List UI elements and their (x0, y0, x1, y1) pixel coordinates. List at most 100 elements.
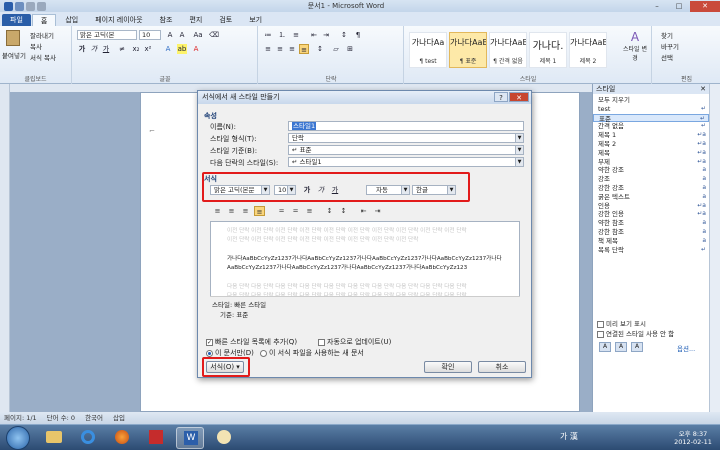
increase-indent-icon[interactable]: ⇥ (372, 206, 383, 216)
select-button[interactable]: 선택 (661, 52, 673, 62)
style-item[interactable]: 모두 지우기 (593, 96, 709, 105)
change-styles-button[interactable]: A 스타일 변경 (621, 30, 649, 68)
style-card-heading2[interactable]: 가나다AaE 제목 2 (569, 32, 607, 68)
highlight-icon[interactable]: ab (177, 44, 187, 54)
pane-close-icon[interactable]: ✕ (700, 84, 706, 94)
acrobat-icon[interactable] (142, 427, 170, 449)
shading-icon[interactable]: ▱ (331, 44, 341, 54)
space-after-icon[interactable]: ↕ (338, 206, 349, 216)
start-button[interactable] (6, 426, 30, 450)
change-case-icon[interactable]: Aa (193, 30, 203, 40)
insert-mode[interactable]: 삽입 (113, 412, 125, 424)
minimize-button[interactable]: – (646, 1, 668, 12)
paste-icon[interactable] (6, 30, 20, 46)
paste-button[interactable]: 붙여넣기 (2, 50, 26, 60)
explorer-icon[interactable] (40, 427, 68, 449)
format-painter-button[interactable]: 서식 복사 (30, 52, 56, 62)
increase-indent-icon[interactable]: ⇥ (321, 30, 331, 40)
page-count[interactable]: 페이지: 1/1 (4, 412, 37, 424)
style-item[interactable]: 약한 강조 a (593, 166, 709, 175)
dialog-align-left-icon[interactable]: ≡ (212, 206, 223, 216)
double-spacing-icon[interactable]: ≡ (304, 206, 315, 216)
single-spacing-icon[interactable]: = (276, 206, 287, 216)
one-half-spacing-icon[interactable]: = (290, 206, 301, 216)
style-item[interactable]: 굵은 텍스트 a (593, 193, 709, 202)
subscript-icon[interactable]: x₂ (131, 44, 141, 54)
style-item[interactable]: 약한 참조 a (593, 219, 709, 228)
style-card-no-spacing[interactable]: 가나다AaE ¶ 간격 없음 (489, 32, 527, 68)
line-spacing-icon[interactable]: ↕ (315, 44, 325, 54)
tab-view[interactable]: 보기 (241, 14, 270, 26)
style-card-heading1[interactable]: 가나다. 제목 1 (529, 32, 567, 68)
close-button[interactable]: ✕ (690, 0, 720, 12)
align-center-icon[interactable]: ≡ (275, 44, 285, 54)
ime-indicator[interactable]: 가 漢 (560, 431, 578, 442)
new-style-icon[interactable]: A (599, 342, 611, 352)
multilevel-list-icon[interactable]: ≡ (291, 30, 301, 40)
show-marks-icon[interactable]: ¶ (353, 30, 363, 40)
decrease-indent-icon[interactable]: ⇤ (358, 206, 369, 216)
copy-button[interactable]: 복사 (30, 41, 42, 51)
style-item[interactable]: 강조 a (593, 175, 709, 184)
firefox-icon[interactable] (108, 427, 136, 449)
align-right-icon[interactable]: ≡ (287, 44, 297, 54)
style-item[interactable]: 강한 인용 ↵a (593, 210, 709, 219)
find-button[interactable]: 찾기 (661, 30, 673, 40)
tab-home[interactable]: 홈 (31, 14, 57, 26)
text-effects-icon[interactable]: A (163, 44, 173, 54)
superscript-icon[interactable]: x² (143, 44, 153, 54)
borders-icon[interactable]: ⊞ (345, 44, 355, 54)
tab-file[interactable]: 파일 (2, 14, 31, 26)
font-size-combo[interactable]: 10 (139, 30, 161, 40)
save-icon[interactable] (15, 1, 24, 11)
style-item[interactable]: 책 제목 a (593, 237, 709, 246)
strikethrough-icon[interactable]: ≠ (117, 44, 127, 54)
replace-button[interactable]: 바꾸기 (661, 41, 679, 51)
font-color-icon[interactable]: A (191, 44, 201, 54)
internet-explorer-icon[interactable] (74, 427, 102, 449)
align-left-icon[interactable]: ≡ (263, 44, 273, 54)
shrink-font-icon[interactable]: A (177, 30, 187, 40)
style-item[interactable]: 목록 단락 ↵ (593, 246, 709, 255)
dialog-help-button[interactable]: ? (494, 92, 508, 102)
style-item[interactable]: 제목 2 ↵a (593, 140, 709, 149)
italic-icon[interactable]: 가 (89, 44, 99, 54)
cancel-button[interactable]: 취소 (478, 361, 526, 373)
based-on-select[interactable]: ↵ 표준 ▼ (288, 145, 524, 155)
word-taskbar-icon[interactable]: W (176, 427, 204, 449)
auto-update-checkbox[interactable]: 자동으로 업데이트(U) (318, 337, 391, 347)
disable-linked-checkbox[interactable]: 연결된 스타일 사용 안 함 (597, 328, 674, 338)
add-quick-style-checkbox[interactable]: ✓ 빠른 스타일 목록에 추가(Q) (206, 337, 297, 347)
manage-styles-icon[interactable]: A (631, 342, 643, 352)
tab-page-layout[interactable]: 페이지 레이아웃 (87, 14, 150, 26)
style-card-normal[interactable]: 가나다AaE ¶ 표준 (449, 32, 487, 68)
word-count[interactable]: 단어 수: 0 (47, 412, 75, 424)
undo-icon[interactable] (26, 1, 35, 11)
style-item[interactable]: 강한 강조 a (593, 184, 709, 193)
clock[interactable]: 오후 8:37 2012-02-11 (670, 428, 716, 446)
redo-icon[interactable] (37, 1, 46, 11)
decrease-indent-icon[interactable]: ⇤ (309, 30, 319, 40)
dialog-align-right-icon[interactable]: ≡ (240, 206, 251, 216)
tab-mailings[interactable]: 편지 (181, 14, 210, 26)
ok-button[interactable]: 확인 (424, 361, 472, 373)
dialog-align-center-icon[interactable]: ≡ (226, 206, 237, 216)
style-type-select[interactable]: 단락 ▼ (288, 133, 524, 143)
sort-icon[interactable]: ↕ (339, 30, 349, 40)
grow-font-icon[interactable]: A (165, 30, 175, 40)
dialog-justify-icon[interactable]: ≡ (254, 206, 265, 216)
font-name-combo[interactable]: 맑은 고딕(본 (77, 30, 137, 40)
underline-icon[interactable]: 가 (101, 44, 111, 54)
style-item[interactable]: test ↵ (593, 105, 709, 114)
maximize-button[interactable]: □ (668, 1, 690, 12)
style-item[interactable]: 간격 없음 ↵ (593, 122, 709, 131)
style-item[interactable]: 제목 ↵a (593, 149, 709, 158)
cut-button[interactable]: 잘라내기 (30, 30, 54, 40)
bold-icon[interactable]: 가 (77, 44, 87, 54)
language-indicator[interactable]: 한국어 (85, 412, 103, 424)
style-item[interactable]: 제목 1 ↵a (593, 131, 709, 140)
show-preview-checkbox[interactable]: 미리 보기 표시 (597, 318, 646, 328)
style-item[interactable]: 강한 참조 a (593, 228, 709, 237)
clear-format-icon[interactable]: ⌫ (209, 30, 219, 40)
new-documents-radio[interactable]: 이 서식 파일을 사용하는 새 문서 (260, 348, 364, 358)
